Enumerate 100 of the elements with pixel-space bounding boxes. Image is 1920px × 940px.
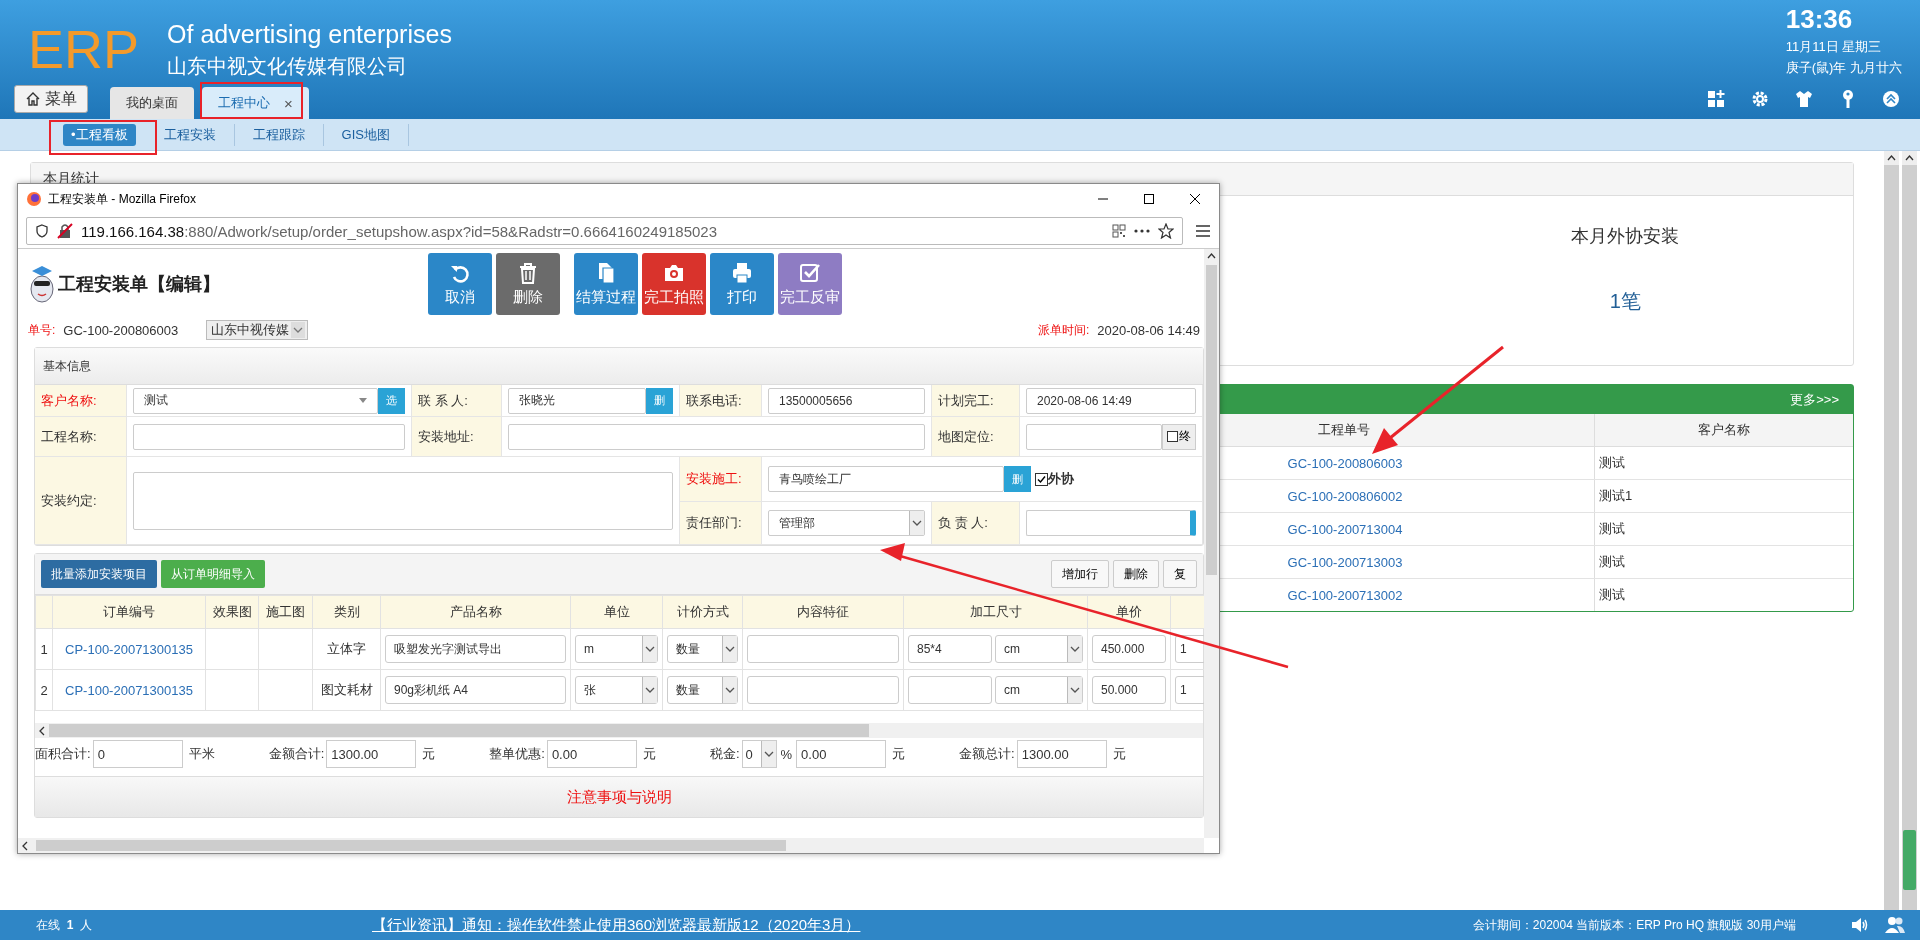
area-field[interactable]: 0 bbox=[92, 740, 183, 768]
order-link[interactable]: GC-100-200713004 bbox=[1287, 521, 1403, 537]
column-header: 产品名称 bbox=[380, 595, 571, 629]
department-select[interactable]: 管理部 bbox=[768, 510, 925, 536]
notice-link[interactable]: 【行业资讯】通知：操作软件禁止使用360浏览器最新版12（2020年3月） bbox=[372, 915, 861, 935]
field-label: 派单时间: bbox=[1038, 321, 1090, 339]
field-label: 整单优惠: bbox=[489, 745, 545, 763]
section-title: 注意事项与说明 bbox=[566, 787, 672, 807]
shield-icon bbox=[35, 224, 49, 238]
toolbar-button[interactable]: 完工拍照 bbox=[642, 253, 706, 315]
order-link[interactable]: GC-100-200806002 bbox=[1287, 488, 1403, 504]
unit-label: 元 bbox=[1112, 745, 1126, 763]
toolbar-button[interactable]: 完工反审 bbox=[778, 253, 842, 315]
chevron-up-icon[interactable] bbox=[1902, 151, 1917, 165]
phone-field[interactable]: 13500005656 bbox=[768, 387, 925, 414]
toolbar-button[interactable]: 取消 bbox=[428, 253, 492, 315]
version-info: 会计期间：202004 当前版本：ERP Pro HQ 旗舰版 30用户端 bbox=[1472, 916, 1796, 934]
input-field[interactable] bbox=[508, 423, 925, 450]
grid-add-icon[interactable] bbox=[1706, 89, 1726, 109]
settings-icon[interactable] bbox=[1750, 89, 1770, 109]
unit-select[interactable]: m bbox=[575, 635, 658, 663]
qr-code-icon[interactable] bbox=[1112, 224, 1126, 238]
installer-field[interactable]: 青鸟喷绘工厂 bbox=[768, 466, 1004, 492]
table-cell: 测试 bbox=[1594, 512, 1853, 546]
chevron-down-icon bbox=[293, 327, 304, 333]
size-unit-select[interactable]: cm bbox=[995, 676, 1083, 704]
subnav-tab[interactable]: 工程跟踪 bbox=[234, 123, 324, 146]
shirt-icon[interactable] bbox=[1794, 89, 1814, 109]
tax-rate-select[interactable]: 0 bbox=[741, 740, 777, 768]
order-link[interactable]: GC-100-200806003 bbox=[1287, 455, 1403, 471]
page-scrollbar[interactable] bbox=[1884, 151, 1899, 910]
chevron-down-icon bbox=[725, 646, 735, 652]
users-icon[interactable] bbox=[1884, 916, 1906, 934]
table-scrollbar[interactable] bbox=[35, 723, 1203, 738]
unit-label: 平米 bbox=[188, 745, 215, 763]
table-cell: 测试 bbox=[1594, 446, 1853, 480]
unit-label: 元 bbox=[422, 745, 436, 763]
chevron-up-icon[interactable] bbox=[1884, 151, 1899, 165]
price-field[interactable]: 50.000 bbox=[1092, 676, 1166, 704]
window-scrollbar[interactable] bbox=[18, 838, 1204, 853]
tab[interactable]: 工程中心 × bbox=[202, 87, 309, 119]
total-field[interactable]: 1300.00 bbox=[1016, 740, 1107, 768]
row-action-button[interactable]: 删除 bbox=[1113, 560, 1159, 588]
amount-field[interactable]: 1300.00 bbox=[326, 740, 417, 768]
clock-time: 13:36 bbox=[1785, 4, 1853, 35]
input-field[interactable] bbox=[1026, 510, 1196, 536]
input-field[interactable] bbox=[1026, 423, 1162, 450]
discount-field[interactable]: 0.00 bbox=[546, 740, 637, 768]
table-cell: 测试 bbox=[1594, 578, 1853, 611]
checkbox[interactable] bbox=[1035, 472, 1048, 486]
column-header: 单价 bbox=[1087, 595, 1171, 629]
product-field[interactable]: 90g彩机纸 A4 bbox=[385, 676, 566, 704]
order-link[interactable]: GC-100-200713002 bbox=[1287, 587, 1403, 603]
trash-icon bbox=[517, 261, 539, 284]
more-link[interactable]: 更多>>> bbox=[1790, 390, 1839, 409]
tab[interactable]: 我的桌面 bbox=[110, 87, 194, 119]
speaker-icon[interactable] bbox=[1850, 916, 1870, 934]
row-action-button[interactable]: 增加行 bbox=[1051, 560, 1109, 588]
field-label: 联系电话: bbox=[680, 385, 762, 417]
company-select[interactable]: 山东中视传媒 bbox=[206, 320, 309, 340]
price-field[interactable]: 450.000 bbox=[1092, 635, 1166, 663]
size-unit-select[interactable]: cm bbox=[995, 635, 1083, 663]
collapse-icon[interactable] bbox=[1882, 90, 1900, 108]
close-icon[interactable] bbox=[1189, 193, 1201, 205]
menu-button[interactable]: 菜单 bbox=[14, 85, 88, 113]
field-label: 工程名称: bbox=[35, 417, 127, 457]
pricing-select[interactable]: 数量 bbox=[667, 635, 738, 663]
size-field[interactable] bbox=[908, 676, 992, 704]
more-icon[interactable] bbox=[1134, 229, 1150, 233]
subnav-tab[interactable]: •工程看板 bbox=[63, 123, 136, 146]
field-label: 金额合计: bbox=[268, 745, 325, 763]
tagline: Of advertising enterprises bbox=[167, 20, 452, 49]
scroll-thumb[interactable] bbox=[1903, 830, 1916, 890]
subnav-tab[interactable]: GIS地图 bbox=[323, 123, 409, 146]
menu-icon[interactable] bbox=[1195, 224, 1211, 238]
window-title: 工程安装单 - Mozilla Firefox bbox=[48, 190, 196, 208]
table-cell: 图文耗材 bbox=[312, 669, 381, 711]
maximize-icon[interactable] bbox=[1143, 193, 1155, 205]
input-field[interactable] bbox=[133, 423, 405, 450]
toolbar-button[interactable]: 打印 bbox=[710, 253, 774, 315]
subnav-tab[interactable]: 工程安装 bbox=[145, 123, 235, 146]
product-field[interactable]: 吸塑发光字测试导出 bbox=[385, 635, 566, 663]
customer-select[interactable]: 测试 bbox=[133, 387, 378, 414]
map-button[interactable]: 终 bbox=[1162, 423, 1196, 450]
address-bar[interactable]: 119.166.164.38:880/Adwork/setup/order_setupshow.aspx?id=58&Radstr=0.6664160249185023 bbox=[26, 217, 1183, 245]
tax-field[interactable]: 0.00 bbox=[796, 740, 887, 768]
toolbar-button[interactable]: 删除 bbox=[496, 253, 560, 315]
star-icon[interactable] bbox=[1158, 223, 1174, 239]
contact-field[interactable]: 张晓光 bbox=[508, 387, 646, 414]
action-button[interactable]: 批量添加安装项目 bbox=[41, 560, 157, 588]
date-field[interactable]: 2020-08-06 14:49 bbox=[1026, 387, 1196, 414]
page-scrollbar[interactable] bbox=[1902, 151, 1917, 910]
row-action-button[interactable]: 复 bbox=[1163, 560, 1197, 588]
size-field[interactable]: 85*4 bbox=[908, 635, 992, 663]
unit-select[interactable]: 张 bbox=[575, 676, 658, 704]
close-tab-button[interactable]: × bbox=[284, 94, 293, 112]
order-link[interactable]: GC-100-200713003 bbox=[1287, 554, 1403, 570]
window-scrollbar[interactable] bbox=[1204, 249, 1219, 838]
pricing-select[interactable]: 数量 bbox=[667, 676, 738, 704]
toolbar-button[interactable]: 结算过程 bbox=[574, 253, 638, 315]
